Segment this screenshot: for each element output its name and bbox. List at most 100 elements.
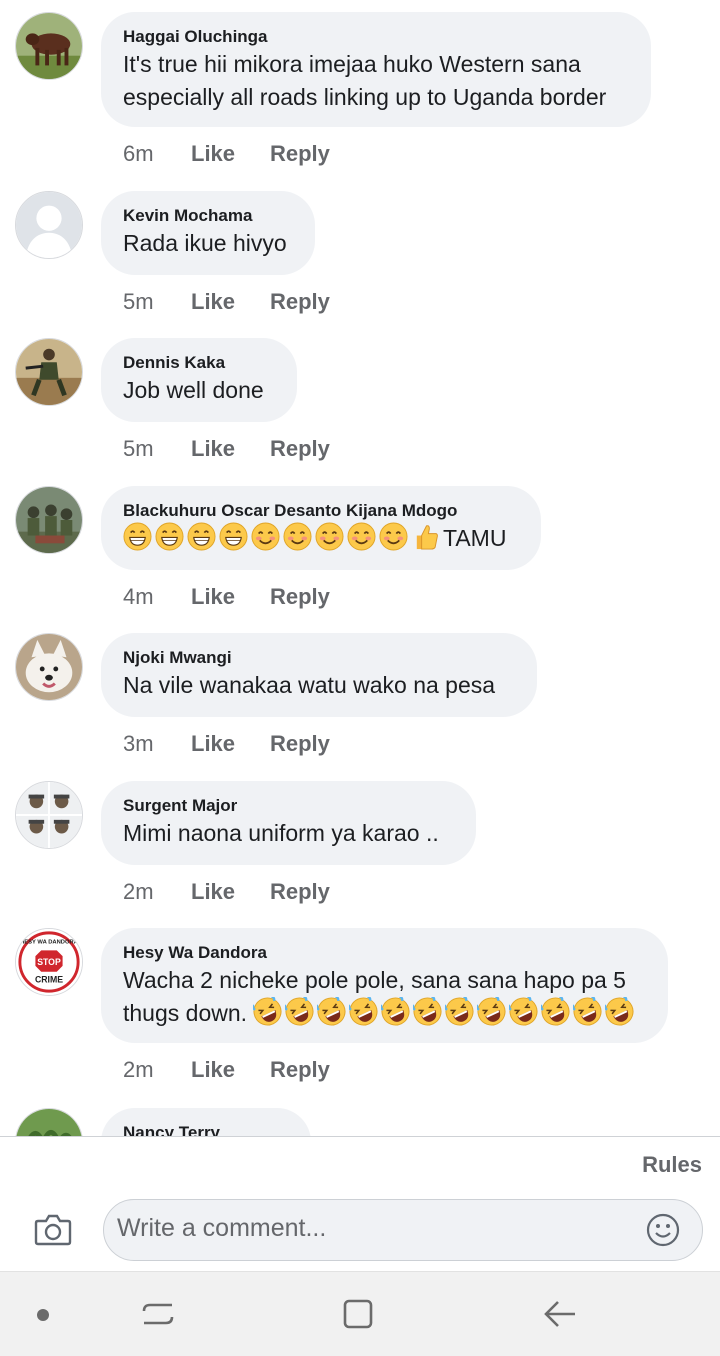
commenter-name[interactable]: Dennis Kaka [123, 352, 275, 374]
reply-button[interactable]: Reply [270, 877, 330, 907]
commenter-name[interactable]: Kevin Mochama [123, 205, 293, 227]
comment-text: Rada ikue hivyo [123, 230, 287, 256]
comment-input-placeholder: Write a comment... [117, 1214, 327, 1242]
avatar[interactable] [15, 1108, 83, 1136]
commenter-name[interactable]: Hesy Wa Dandora [123, 942, 646, 964]
commenter-name[interactable]: Blackuhuru Oscar Desanto Kijana Mdogo [123, 500, 519, 522]
comment-input[interactable]: Write a comment... [103, 1199, 703, 1261]
back-icon[interactable] [542, 1297, 578, 1331]
smiling-emoji-icon [283, 522, 312, 551]
camera-icon[interactable] [34, 1212, 72, 1246]
grinning-emoji-icon [219, 522, 248, 551]
smiling-emoji-icon [315, 522, 344, 551]
comment-bubble: Blackuhuru Oscar Desanto Kijana Mdogo TA… [101, 486, 541, 570]
dog-avatar-image [16, 634, 82, 700]
composer-divider [0, 1136, 720, 1137]
recent-apps-icon[interactable] [141, 1297, 175, 1331]
grinning-emoji-icon [155, 522, 184, 551]
avatar[interactable] [15, 12, 83, 80]
like-button[interactable]: Like [191, 582, 235, 612]
reply-button[interactable]: Reply [270, 729, 330, 759]
comment-bubble: Surgent Major Mimi naona uniform ya kara… [101, 781, 476, 865]
reply-button[interactable]: Reply [270, 434, 330, 464]
comment-time: 5m [123, 436, 154, 461]
smiling-emoji-icon [379, 522, 408, 551]
emoji-row [253, 997, 637, 1026]
thumbs-up-emoji-icon [416, 525, 438, 550]
home-icon[interactable] [341, 1297, 375, 1331]
avatar[interactable] [15, 191, 83, 259]
logo-middle-text: STOP [37, 957, 61, 967]
rolling-laughing-emoji-icon [573, 997, 602, 1026]
comment-text: Na vile wanakaa watu wako na pesa [123, 672, 496, 698]
commenter-name[interactable]: Njoki Mwangi [123, 647, 515, 669]
comment-text: Mimi naona uniform ya karao .. [123, 820, 439, 846]
rolling-laughing-emoji-icon [285, 997, 314, 1026]
comment-bubble: Hesy Wa Dandora Wacha 2 nicheke pole pol… [101, 928, 668, 1043]
like-button[interactable]: Like [191, 139, 235, 169]
rolling-laughing-emoji-icon [381, 997, 410, 1026]
people-grid-avatar-image [16, 782, 82, 848]
cow-avatar-image [16, 13, 82, 79]
like-button[interactable]: Like [191, 729, 235, 759]
smiling-emoji-icon [251, 522, 280, 551]
plant-avatar-image [16, 1109, 82, 1136]
commenter-name[interactable]: Nancy Terry [123, 1122, 289, 1136]
smiling-emoji-icon [347, 522, 376, 551]
system-navigation-bar [0, 1271, 720, 1356]
rolling-laughing-emoji-icon [413, 997, 442, 1026]
rolling-laughing-emoji-icon [605, 997, 634, 1026]
reply-button[interactable]: Reply [270, 582, 330, 612]
comment-bubble: Njoki Mwangi Na vile wanakaa watu wako n… [101, 633, 537, 717]
avatar[interactable] [15, 486, 83, 554]
rolling-laughing-emoji-icon [253, 997, 282, 1026]
rolling-laughing-emoji-icon [541, 997, 570, 1026]
rolling-laughing-emoji-icon [445, 997, 474, 1026]
comment-bubble: Dennis Kaka Job well done [101, 338, 297, 422]
smiley-icon[interactable] [646, 1213, 680, 1247]
rules-link[interactable]: Rules [642, 1152, 702, 1178]
avatar[interactable] [15, 781, 83, 849]
grinning-emoji-icon [123, 522, 152, 551]
commenter-name[interactable]: Surgent Major [123, 795, 454, 817]
default-profile-icon [16, 192, 82, 258]
logo-bottom-text: CRIME [35, 974, 63, 984]
rolling-laughing-emoji-icon [317, 997, 346, 1026]
comment-text: Job well done [123, 377, 264, 403]
like-button[interactable]: Like [191, 287, 235, 317]
reply-button[interactable]: Reply [270, 287, 330, 317]
comment-bubble: Nancy Terry [101, 1108, 311, 1136]
reply-button[interactable]: Reply [270, 139, 330, 169]
comment-feed: Haggai Oluchinga It's true hii mikora im… [0, 0, 720, 1136]
comment-time: 5m [123, 289, 154, 314]
avatar[interactable] [15, 633, 83, 701]
rolling-laughing-emoji-icon [349, 997, 378, 1026]
comment-time: 2m [123, 879, 154, 904]
like-button[interactable]: Like [191, 877, 235, 907]
dot-icon[interactable] [37, 1309, 49, 1321]
comment-text: It's true hii mikora imejaa huko Western… [123, 51, 607, 110]
soldiers-avatar-image [16, 487, 82, 553]
commenter-name[interactable]: Haggai Oluchinga [123, 26, 629, 48]
comment-bubble: Kevin Mochama Rada ikue hivyo [101, 191, 315, 275]
like-button[interactable]: Like [191, 434, 235, 464]
rolling-laughing-emoji-icon [509, 997, 538, 1026]
comment-text: TAMU [123, 522, 519, 555]
comment-bubble: Haggai Oluchinga It's true hii mikora im… [101, 12, 651, 127]
avatar[interactable]: HESY WA DANDORA STOP CRIME [15, 928, 83, 996]
grinning-emoji-icon [187, 522, 216, 551]
comment-time: 2m [123, 1057, 154, 1082]
emoji-row [123, 522, 443, 551]
rolling-laughing-emoji-icon [477, 997, 506, 1026]
avatar[interactable] [15, 338, 83, 406]
comment-time: 6m [123, 141, 154, 166]
comment-text-word: TAMU [443, 525, 507, 551]
soldier-avatar-image [16, 339, 82, 405]
reply-button[interactable]: Reply [270, 1055, 330, 1085]
logo-top-text: HESY WA DANDORA [20, 940, 79, 946]
stop-crime-logo-avatar: HESY WA DANDORA STOP CRIME [16, 929, 82, 995]
comment-time: 3m [123, 731, 154, 756]
like-button[interactable]: Like [191, 1055, 235, 1085]
comment-text: Wacha 2 nicheke pole pole, sana sana hap… [123, 964, 646, 1030]
comment-time: 4m [123, 584, 154, 609]
